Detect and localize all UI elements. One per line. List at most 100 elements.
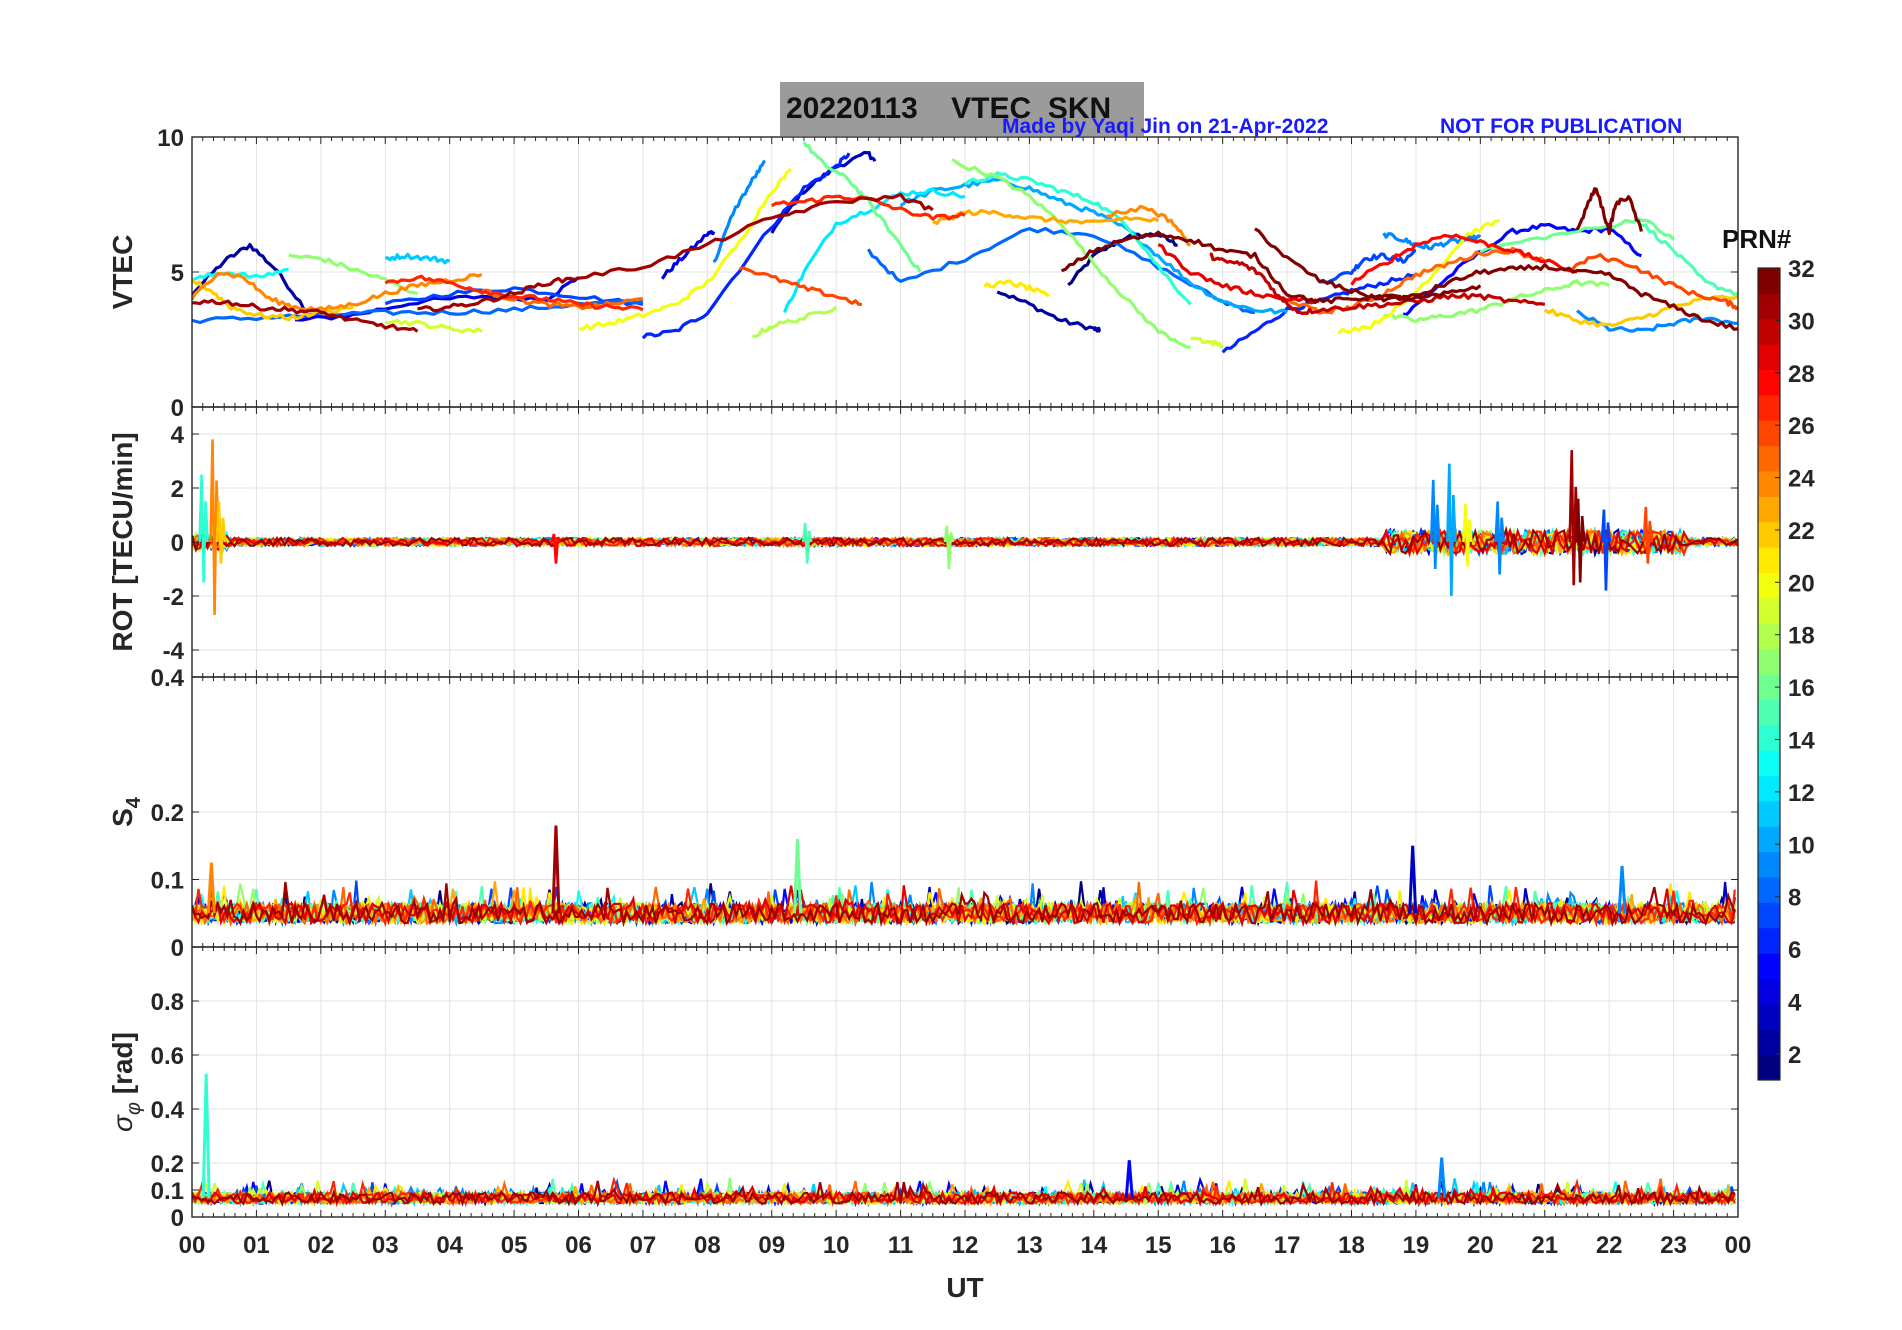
colorbar-tick-label: 2 (1788, 1042, 1801, 1069)
colorbar-band (1758, 420, 1780, 447)
y-tick-label: 0.6 (151, 1043, 184, 1070)
colorbar-band (1758, 1029, 1780, 1056)
x-tick-label: 06 (565, 1232, 592, 1259)
not-for-publication-text: NOT FOR PUBLICATION (1440, 115, 1683, 138)
x-tick-label: 08 (694, 1232, 721, 1259)
rot-spike (943, 525, 955, 570)
colorbar-tick-label: 20 (1788, 570, 1815, 597)
colorbar-band (1758, 648, 1780, 675)
colorbar-tick-label: 30 (1788, 308, 1815, 335)
x-tick-label: 16 (1209, 1232, 1236, 1259)
rot-spike (1642, 506, 1654, 564)
colorbar-band (1758, 369, 1780, 396)
colorbar-band (1758, 1054, 1780, 1081)
y-tick-label: 0.2 (151, 800, 184, 827)
x-tick-label: 09 (758, 1232, 785, 1259)
colorbar-tick-label: 10 (1788, 832, 1815, 859)
colorbar-band (1758, 851, 1780, 878)
colorbar-band (1758, 623, 1780, 650)
rot-spike (1446, 463, 1457, 597)
y-tick-label: 2 (171, 476, 184, 503)
colorbar-tick-label: 32 (1788, 256, 1815, 283)
colorbar-band (1758, 394, 1780, 421)
colorbar-tick-label: 26 (1788, 413, 1815, 440)
vtec-series-prn-14 (963, 171, 1192, 306)
y-tick-label: 0 (171, 530, 184, 557)
x-tick-label: 13 (1016, 1232, 1043, 1259)
series-group (192, 1073, 1736, 1208)
colorbar-band (1758, 877, 1780, 903)
x-tick-label: 00 (179, 1232, 206, 1259)
colorbar-tick-label: 12 (1788, 780, 1815, 807)
colorbar-tick-label: 14 (1788, 727, 1815, 754)
colorbar-band (1758, 699, 1780, 726)
x-tick-label: 01 (243, 1232, 270, 1259)
colorbar-band (1758, 496, 1780, 523)
colorbar-band (1758, 775, 1780, 802)
vtec-series-prn-19 (1190, 336, 1224, 349)
rot-spike (1574, 498, 1586, 583)
x-tick-label: 20 (1467, 1232, 1494, 1259)
colorbar-tick-label: 8 (1788, 885, 1801, 912)
colorbar-band (1758, 318, 1780, 345)
colorbar-label: PRN# (1722, 224, 1792, 254)
y-tick-label: 4 (171, 422, 185, 449)
colorbar-band (1758, 826, 1780, 853)
vtec-series-prn-26 (739, 266, 862, 306)
colorbar-tick-label: 4 (1788, 989, 1802, 1016)
rot-spike (1494, 501, 1505, 575)
colorbar-tick-label: 22 (1788, 518, 1815, 545)
colorbar-band (1758, 521, 1780, 548)
colorbar-band (1758, 293, 1780, 320)
credit-text: Made by Yaqi Jin on 21-Apr-2022 (1002, 115, 1329, 138)
y-tick-label: 0.1 (151, 868, 184, 895)
x-tick-label: 19 (1403, 1232, 1430, 1259)
y-tick-label: 10 (157, 125, 184, 152)
y-tick-label: 0.8 (151, 989, 184, 1016)
y-tick-label: 0 (171, 935, 184, 962)
panel-sigma_phi: 00.10.2 0.4 0.6 0.8σφ [rad] (107, 946, 1739, 1232)
colorbar-band (1758, 471, 1780, 497)
y-axis-label: S4 (107, 796, 145, 827)
colorbar-band (1758, 597, 1780, 624)
colorbar-band (1758, 953, 1780, 979)
x-tick-label: 12 (952, 1232, 979, 1259)
rot-spike (1462, 504, 1473, 567)
colorbar-tick-label: 6 (1788, 937, 1801, 964)
x-tick-label: 10 (823, 1232, 850, 1259)
colorbar-band (1758, 724, 1780, 751)
series-group (192, 825, 1736, 928)
colorbar-band (1758, 268, 1780, 294)
colorbar-band (1758, 547, 1780, 573)
x-tick-label: 03 (372, 1232, 399, 1259)
vtec-series-prn-17 (288, 253, 418, 296)
x-tick-label: 11 (888, 1232, 913, 1259)
x-tick-label: 23 (1660, 1232, 1687, 1259)
y-tick-label: 0 (171, 1205, 184, 1232)
colorbar-band (1758, 927, 1780, 954)
x-tick-label: 14 (1080, 1232, 1107, 1259)
y-axis-label: VTEC (107, 235, 138, 310)
x-tick-label: 00 (1725, 1232, 1752, 1259)
vtec-series-prn-21 (983, 279, 1050, 298)
y-tick-label: 5 (171, 260, 184, 287)
colorbar-tick-label: 16 (1788, 675, 1815, 702)
rot-spike (215, 501, 227, 564)
y-tick-label: 0.4 (151, 665, 185, 692)
x-tick-label: 15 (1145, 1232, 1172, 1259)
s4-spike (551, 825, 561, 914)
x-tick-label: 02 (307, 1232, 334, 1259)
panel-vtec: 0 5 10 VTEC (107, 125, 1739, 422)
panel-s4: 0 0.1 0.2 0.4 S4 (107, 665, 1739, 962)
rot-spike (1429, 479, 1441, 570)
colorbar-tick-label: 24 (1788, 466, 1815, 493)
y-tick-label: 0.1 (151, 1178, 184, 1205)
colorbar-band (1758, 750, 1780, 776)
y-tick-label: -2 (163, 584, 184, 611)
panel-rot: -4 -2 0 2 4 ROT [TECU/min] (107, 406, 1739, 678)
y-tick-label: 0.2 (151, 1151, 184, 1178)
x-tick-label: 22 (1596, 1232, 1623, 1259)
sigma_phi-spike (201, 1073, 211, 1199)
rot-spike (198, 474, 209, 583)
vtec-series-prn-18 (752, 305, 838, 338)
